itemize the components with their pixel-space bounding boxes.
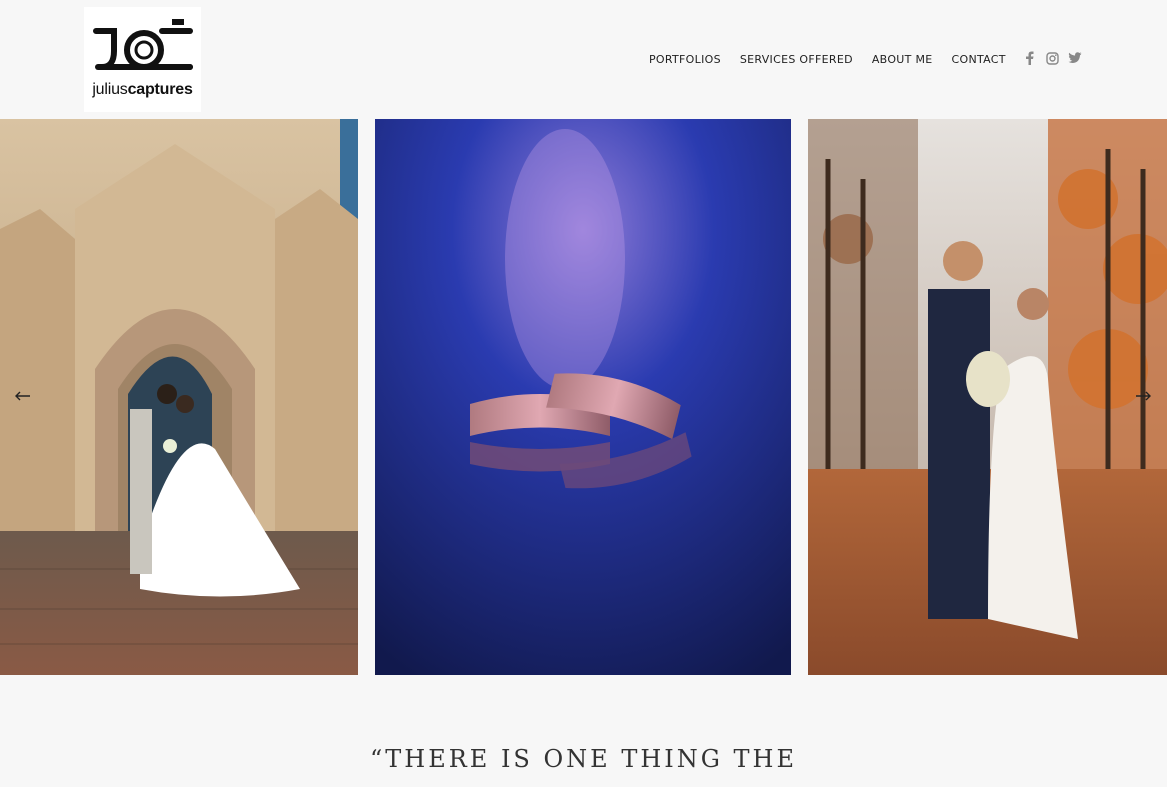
cathedral-couple-photo	[0, 119, 358, 675]
arrow-left-icon	[15, 391, 30, 401]
logo-name-light: julius	[92, 81, 128, 98]
nav-item-about-me[interactable]: ABOUT ME	[872, 53, 933, 66]
logo-name-bold: captures	[127, 81, 193, 98]
social-links	[1022, 51, 1082, 65]
logo-wordmark: juliuscaptures	[84, 81, 201, 99]
nav-item-contact[interactable]: CONTACT	[952, 53, 1006, 66]
nav-item-portfolios[interactable]: PORTFOLIOS	[649, 53, 721, 66]
nav-item-services-offered[interactable]: SERVICES OFFERED	[740, 53, 853, 66]
camera-logo-icon	[93, 19, 193, 70]
autumn-couple-photo	[808, 119, 1167, 675]
slide-autumn-couple-photo[interactable]	[808, 119, 1167, 675]
twitter-icon[interactable]	[1068, 51, 1082, 65]
carousel-prev-button[interactable]	[12, 385, 34, 407]
carousel-next-button[interactable]	[1132, 385, 1154, 407]
main-nav: PORTFOLIOS SERVICES OFFERED ABOUT ME CON…	[649, 53, 1006, 66]
wedding-rings-photo	[375, 119, 791, 675]
arrow-right-icon	[1136, 391, 1151, 401]
quote-text: “THERE IS ONE THING THE	[370, 745, 797, 773]
logo[interactable]: juliuscaptures	[84, 7, 201, 112]
slide-cathedral-couple-photo[interactable]	[0, 119, 358, 675]
slide-wedding-rings-photo[interactable]	[375, 119, 791, 675]
instagram-icon[interactable]	[1045, 51, 1059, 65]
facebook-icon[interactable]	[1022, 51, 1036, 65]
photo-carousel	[0, 119, 1167, 675]
